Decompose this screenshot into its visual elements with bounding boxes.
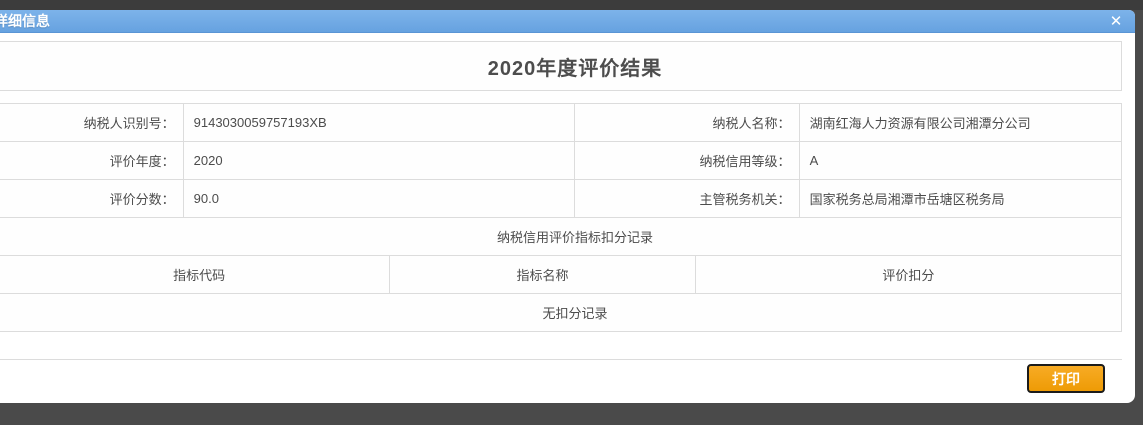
evaluation-info-table: 纳税人识别号： 9143030059757193XB 纳税人名称： 湖南红海人力… (0, 103, 1122, 332)
field-label-credit-grade: 纳税信用等级： (575, 142, 800, 179)
column-header-deduction: 评价扣分 (696, 256, 1121, 293)
field-label-eval-score: 评价分数： (0, 180, 184, 217)
screen: 详细信息 ✕ 2020年度评价结果 纳税人识别号： 91430300597571… (0, 0, 1143, 425)
dialog-titlebar: 详细信息 ✕ (0, 10, 1135, 33)
table-row: 评价年度： 2020 纳税信用等级： A (0, 142, 1121, 180)
table-row: 评价分数： 90.0 主管税务机关： 国家税务总局湘潭市岳塘区税务局 (0, 180, 1121, 218)
footer-divider (0, 359, 1122, 360)
close-icon[interactable]: ✕ (1105, 11, 1127, 33)
field-value-taxpayer-id: 9143030059757193XB (184, 104, 575, 141)
empty-records-message: 无扣分记录 (0, 294, 1121, 331)
field-label-taxpayer-id: 纳税人识别号： (0, 104, 184, 141)
field-value-eval-score: 90.0 (184, 180, 575, 217)
field-value-taxpayer-name: 湖南红海人力资源有限公司湘潭分公司 (800, 104, 1121, 141)
result-title-box: 2020年度评价结果 (0, 41, 1122, 91)
browser-chrome-strip (0, 0, 1143, 10)
field-label-eval-year: 评价年度： (0, 142, 184, 179)
table-row: 纳税人识别号： 9143030059757193XB 纳税人名称： 湖南红海人力… (0, 104, 1121, 142)
print-button[interactable]: 打印 (1027, 364, 1105, 393)
detail-dialog: 详细信息 ✕ 2020年度评价结果 纳税人识别号： 91430300597571… (0, 10, 1135, 403)
field-value-eval-year: 2020 (184, 142, 575, 179)
page-title: 2020年度评价结果 (488, 52, 663, 81)
field-value-credit-grade: A (800, 142, 1121, 179)
field-label-taxpayer-name: 纳税人名称： (575, 104, 800, 141)
field-value-tax-authority: 国家税务总局湘潭市岳塘区税务局 (800, 180, 1121, 217)
column-header-indicator-name: 指标名称 (390, 256, 695, 293)
deduction-empty-row: 无扣分记录 (0, 294, 1121, 332)
deduction-header-row: 指标代码 指标名称 评价扣分 (0, 256, 1121, 294)
column-header-indicator-code: 指标代码 (0, 256, 390, 293)
field-label-tax-authority: 主管税务机关： (575, 180, 800, 217)
dialog-titlebar-label: 详细信息 (0, 10, 50, 33)
deduction-section-row: 纳税信用评价指标扣分记录 (0, 218, 1121, 256)
deduction-section-title: 纳税信用评价指标扣分记录 (0, 218, 1121, 255)
